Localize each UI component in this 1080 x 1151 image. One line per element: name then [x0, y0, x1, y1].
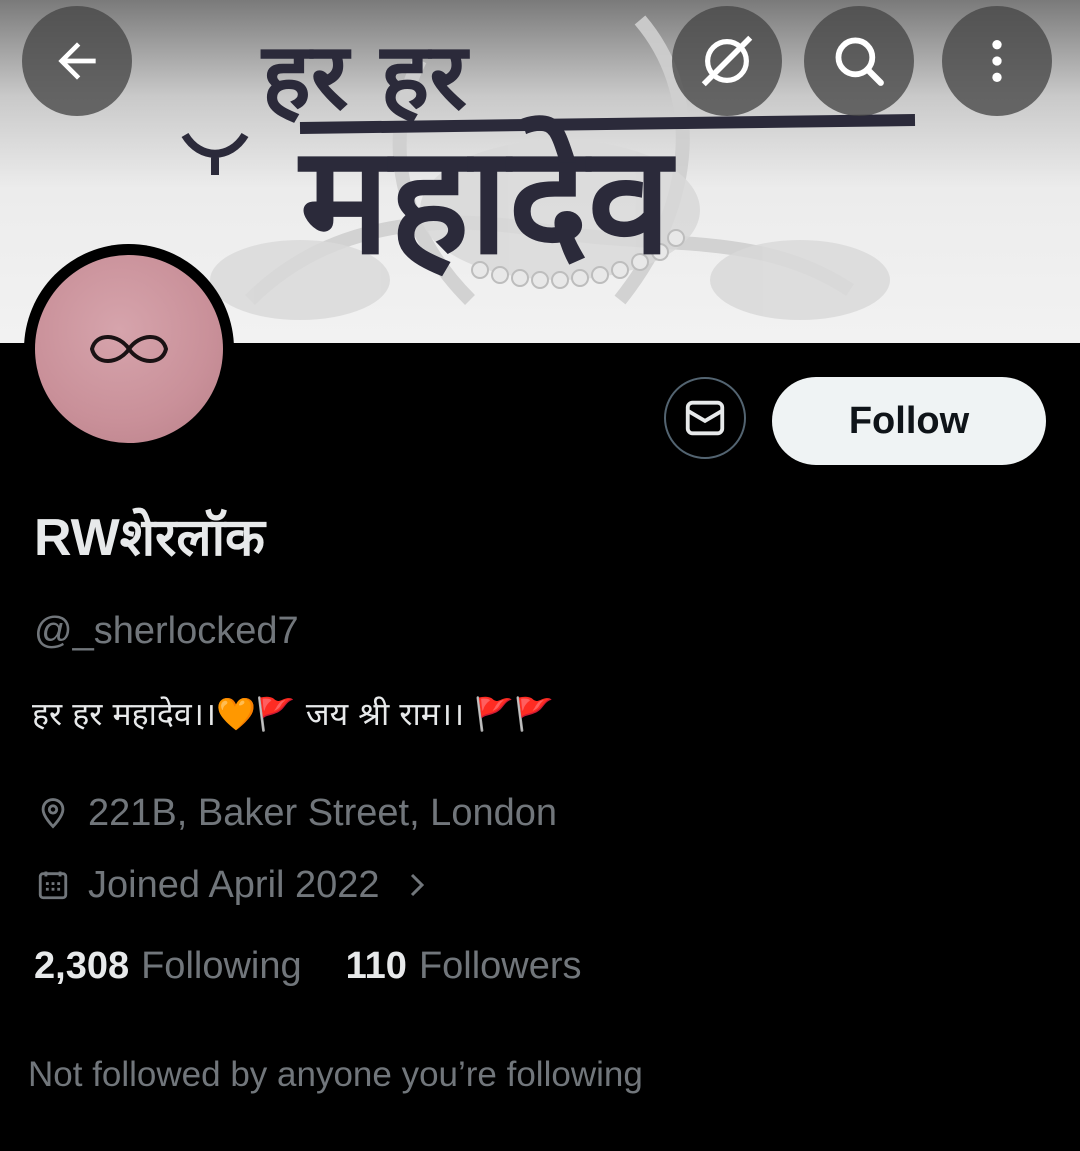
location-row: 221B, Baker Street, London — [36, 788, 557, 838]
following-link[interactable]: 2,308 Following — [34, 945, 302, 988]
follow-button[interactable]: Follow — [772, 377, 1046, 465]
display-name: RWशेरलॉक — [34, 509, 265, 567]
more-options-button[interactable] — [942, 6, 1052, 116]
followers-count: 110 — [345, 945, 407, 987]
back-button[interactable] — [22, 6, 132, 116]
infinity-icon — [89, 335, 169, 363]
location-pin-icon — [36, 796, 70, 830]
search-button[interactable] — [804, 6, 914, 116]
envelope-icon — [685, 400, 725, 436]
calendar-icon — [36, 868, 70, 902]
following-count: 2,308 — [34, 945, 130, 987]
following-label: Following — [141, 945, 302, 987]
more-vertical-icon — [992, 40, 1002, 82]
message-button[interactable] — [664, 377, 746, 459]
follow-stats: 2,308 Following 110 Followers — [34, 945, 582, 988]
joined-row[interactable]: Joined April 2022 — [36, 860, 432, 910]
grok-icon — [701, 35, 753, 87]
search-icon — [835, 37, 884, 86]
chevron-right-icon — [402, 870, 432, 900]
avatar-image — [35, 255, 223, 443]
banner-title-line2: महादेव — [297, 114, 676, 288]
bio: हर हर महादेव।।🧡🚩 जय श्री राम।। 🚩🚩 — [32, 695, 555, 733]
user-handle: @_sherlocked7 — [34, 610, 299, 652]
arrow-left-icon — [58, 42, 96, 80]
followers-link[interactable]: 110 Followers — [346, 945, 582, 988]
avatar[interactable] — [24, 244, 234, 454]
followers-label: Followers — [418, 945, 582, 987]
joined-text: Joined April 2022 — [88, 863, 380, 906]
grok-button[interactable] — [672, 6, 782, 116]
mutual-followers-note: Not followed by anyone you’re following — [28, 1055, 643, 1094]
location-text: 221B, Baker Street, London — [88, 791, 557, 834]
